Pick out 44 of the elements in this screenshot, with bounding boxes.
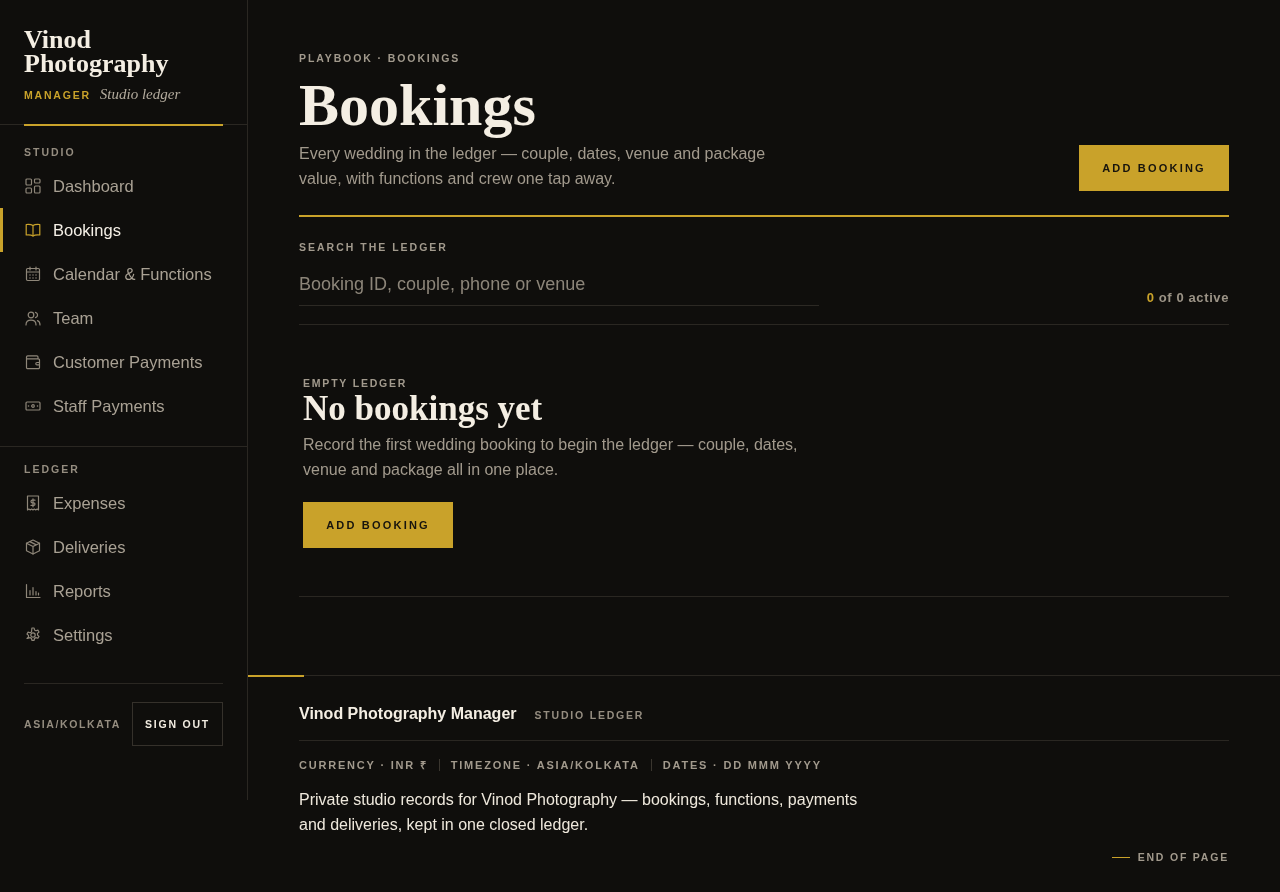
breadcrumb: PLAYBOOK · BOOKINGS bbox=[299, 51, 462, 65]
result-count: 0 of 0 active bbox=[1146, 290, 1229, 306]
role-label: MANAGER bbox=[24, 89, 91, 101]
footer-title: Vinod Photography Manager bbox=[299, 704, 517, 724]
receipt-icon bbox=[25, 495, 41, 511]
timezone-label: ASIA/KOLKATA bbox=[24, 718, 121, 730]
end-of-page-label: END OF PAGE bbox=[1137, 850, 1229, 864]
nav-item[interactable]: Bookings bbox=[0, 208, 247, 252]
search-label: SEARCH THE LEDGER bbox=[299, 240, 449, 254]
nav-item[interactable]: Customer Payments bbox=[0, 340, 247, 384]
empty-description: Record the first wedding booking to begin the ledger — couple, dates, venue and package all in one place. bbox=[303, 435, 799, 480]
section-label: LEDGER bbox=[23, 462, 81, 476]
nav-item[interactable]: Team bbox=[0, 296, 247, 340]
grid-icon bbox=[25, 178, 41, 194]
nav-item[interactable]: Reports bbox=[0, 569, 247, 613]
meta-item: TIMEZONE · ASIA/KOLKATA bbox=[450, 758, 640, 772]
nav-item[interactable]: Expenses bbox=[0, 481, 247, 525]
brand-title: Vinod Photography bbox=[24, 28, 170, 76]
wallet-icon bbox=[25, 354, 41, 370]
box-icon bbox=[25, 539, 41, 555]
add-booking-button[interactable]: ADD BOOKING bbox=[1079, 145, 1229, 191]
footer-subtitle: STUDIO LEDGER bbox=[534, 709, 645, 721]
people-icon bbox=[25, 310, 41, 326]
empty-title: No bookings yet bbox=[303, 390, 544, 428]
section-label: STUDIO bbox=[23, 145, 77, 159]
bar-chart-icon bbox=[25, 583, 41, 599]
banknote-icon bbox=[25, 398, 41, 414]
calendar-icon bbox=[25, 266, 41, 282]
brand-tagline: Studio ledger bbox=[99, 86, 181, 103]
nav-item[interactable]: Deliveries bbox=[0, 525, 247, 569]
add-booking-button[interactable]: ADD BOOKING bbox=[303, 502, 453, 548]
footer-description: Private studio records for Vinod Photography — bookings, functions, payments and deliveries, kept in one closed ledger. bbox=[299, 790, 859, 835]
meta-item: CURRENCY · INR ₹ bbox=[299, 758, 428, 772]
book-icon bbox=[25, 222, 41, 238]
nav-item[interactable]: Settings bbox=[0, 613, 247, 657]
search-field[interactable]: Booking ID, couple, phone or venue bbox=[299, 270, 819, 306]
page-description: Every wedding in the ledger — couple, dates, venue and package value, with functions and crew one tap away. bbox=[299, 144, 767, 189]
meta-item: DATES · DD MMM YYYY bbox=[662, 758, 822, 772]
sign-out-button[interactable]: SIGN OUT bbox=[132, 702, 223, 746]
nav-item[interactable]: Dashboard bbox=[0, 164, 247, 208]
settings-icon bbox=[25, 627, 41, 643]
nav-item[interactable]: Staff Payments bbox=[0, 384, 247, 428]
nav-item[interactable]: Calendar & Functions bbox=[0, 252, 247, 296]
empty-eyebrow: EMPTY LEDGER bbox=[303, 376, 409, 390]
